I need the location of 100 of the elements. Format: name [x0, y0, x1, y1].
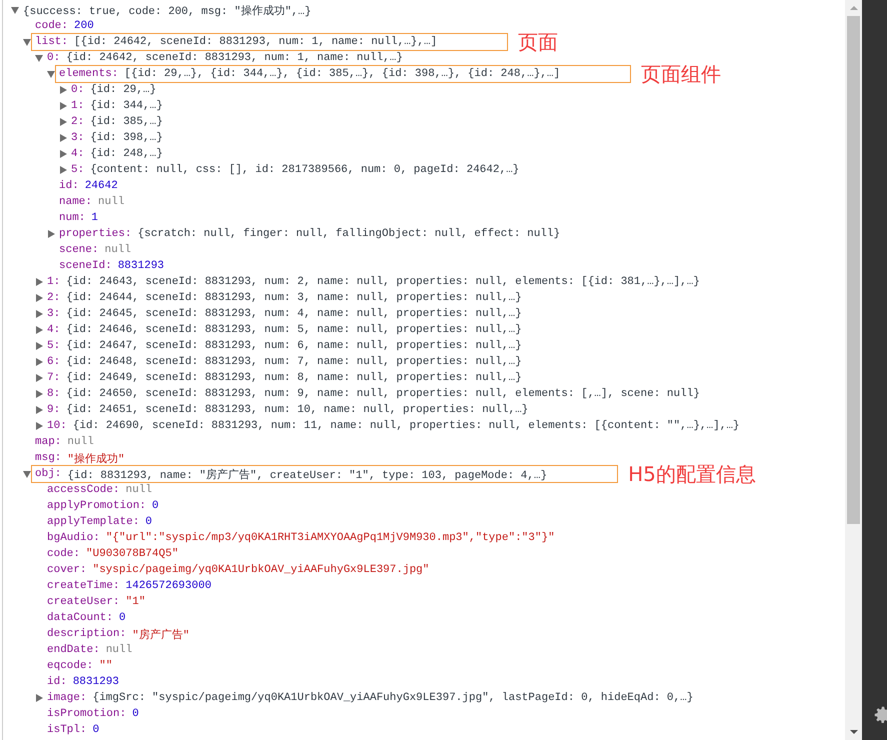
property-key: isTpl: [47, 724, 87, 736]
property-value: null [98, 196, 124, 208]
property-value: "1" [126, 596, 146, 608]
property-value: 24642 [84, 180, 118, 192]
property-key: 5: [71, 164, 84, 176]
object-preview: {imgSrc: "syspic/pageimg/yq0KA1UrbkOAV_yiAAFuhyGx9LE397.jpg", lastPageId: 0, hideEqAd: 0,…} [92, 692, 694, 704]
object-preview: {id: 398,…} [90, 132, 163, 144]
expand-triangle-icon[interactable] [36, 390, 43, 398]
expand-triangle-icon[interactable] [48, 230, 55, 238]
expand-triangle-icon[interactable] [11, 6, 19, 14]
property-value: 0 [92, 724, 100, 736]
property-key: cover: [47, 564, 87, 576]
expand-triangle-icon[interactable] [36, 422, 43, 430]
object-preview: {id: 248,…} [90, 148, 163, 160]
expand-triangle-icon[interactable] [36, 358, 43, 366]
property-value: "操作成功" [67, 452, 125, 466]
property-key: 7: [47, 372, 60, 384]
property-value: null [67, 436, 94, 448]
expand-triangle-icon[interactable] [36, 310, 43, 318]
object-preview: {id: 24648, sceneId: 8831293, num: 7, name: null, properties: null,…} [66, 356, 522, 368]
property-value: null [106, 644, 132, 656]
scroll-down-arrow-icon[interactable] [850, 730, 858, 734]
expand-triangle-icon[interactable] [23, 470, 31, 478]
property-value: 8831293 [72, 676, 120, 688]
property-key: description: [47, 628, 126, 640]
property-key: 4: [47, 324, 60, 336]
annotation-label: H5的配置信息 [628, 466, 756, 482]
property-key: list: [35, 36, 68, 48]
property-key: 0: [71, 84, 84, 96]
object-preview: {id: 24650, sceneId: 8831293, num: 9, name: null, properties: null, elements: [,…], scene: null} [66, 388, 700, 400]
object-preview: {id: 24644, sceneId: 8831293, num: 3, name: null, properties: null,…} [66, 292, 522, 304]
object-preview: {id: 24647, sceneId: 8831293, num: 6, name: null, properties: null,…} [66, 340, 522, 352]
object-preview: {id: 24651, sceneId: 8831293, num: 10, name: null, properties: null,…} [66, 404, 528, 416]
scrollbar-thumb[interactable] [847, 16, 860, 524]
property-key: scene: [59, 244, 99, 256]
property-key: 2: [71, 116, 84, 128]
object-preview: {id: 344,…} [90, 100, 163, 112]
expand-triangle-icon[interactable] [60, 150, 67, 158]
property-key: 9: [47, 404, 60, 416]
property-key: 4: [71, 148, 84, 160]
expand-triangle-icon[interactable] [23, 38, 31, 46]
property-value: "{"url":"syspic/mp3/yq0KA1RHT3iAMXYOAAgPq1MjV9M930.mp3","type":"3"}" [106, 532, 555, 544]
property-key: eqcode: [47, 660, 94, 672]
property-key: 6: [47, 356, 60, 368]
property-key: name: [59, 196, 92, 208]
expand-triangle-icon[interactable] [60, 134, 67, 142]
property-value: "房产广告" [132, 628, 190, 642]
expand-triangle-icon[interactable] [36, 294, 43, 302]
property-key: applyPromotion: [47, 500, 146, 512]
property-key: endDate: [47, 644, 100, 656]
expand-triangle-icon[interactable] [35, 54, 43, 62]
expand-triangle-icon[interactable] [60, 166, 67, 174]
scrollbar[interactable] [845, 0, 862, 740]
expand-triangle-icon[interactable] [36, 278, 43, 286]
property-value: 200 [74, 20, 94, 32]
property-key: 0: [47, 52, 60, 64]
property-key: 10: [47, 420, 67, 432]
property-key: 5: [47, 340, 60, 352]
property-value: 0 [152, 500, 159, 512]
property-key: 3: [71, 132, 84, 144]
property-key: id: [47, 676, 67, 688]
expand-triangle-icon[interactable] [36, 342, 43, 350]
object-preview: {id: 24690, sceneId: 8831293, num: 11, name: null, properties: null, elements: [{content: "",…},…],…} [72, 420, 740, 432]
expand-triangle-icon[interactable] [36, 326, 43, 334]
expand-triangle-icon[interactable] [36, 694, 43, 702]
property-key: isPromotion: [47, 708, 126, 720]
property-key: msg: [35, 452, 62, 464]
object-preview: {id: 24649, sceneId: 8831293, num: 8, name: null, properties: null,…} [66, 372, 522, 384]
expand-triangle-icon[interactable] [60, 86, 67, 94]
property-key: obj: [35, 468, 62, 480]
object-preview: {success: true, code: 200, msg: "操作成功",…} [23, 4, 312, 18]
property-key: code: [47, 548, 80, 560]
property-value: "U903078B74Q5" [86, 548, 178, 560]
object-preview: {id: 29,…} [90, 84, 156, 96]
property-value: 0 [145, 516, 152, 528]
object-preview: [{id: 24642, sceneId: 8831293, num: 1, name: null,…},…] [74, 36, 438, 48]
object-preview: {id: 24646, sceneId: 8831293, num: 5, name: null, properties: null,…} [66, 324, 522, 336]
object-preview: {id: 24642, sceneId: 8831293, num: 1, name: null,…} [66, 52, 403, 64]
object-preview: [{id: 29,…}, {id: 344,…}, {id: 385,…}, {id: 398,…}, {id: 248,…},…] [124, 68, 560, 80]
property-key: properties: [59, 228, 132, 240]
expand-triangle-icon[interactable] [60, 102, 67, 110]
property-value: "" [99, 660, 112, 672]
property-key: applyTemplate: [47, 516, 140, 528]
property-key: dataCount: [47, 612, 114, 624]
object-preview: {content: null, css: [], id: 2817389566, num: 0, pageId: 24642,…} [90, 164, 520, 176]
property-value: 1426572693000 [126, 580, 212, 592]
annotation-label: 页面组件 [641, 66, 722, 82]
property-key: id: [59, 180, 79, 192]
object-preview: {id: 24643, sceneId: 8831293, num: 2, name: null, properties: null, elements: [{id: 381,…},…],…} [66, 276, 700, 288]
expand-triangle-icon[interactable] [47, 70, 55, 78]
expand-triangle-icon[interactable] [60, 118, 67, 126]
property-value: "syspic/pageimg/yq0KA1UrbkOAV_yiAAFuhyGx9LE397.jpg" [92, 564, 430, 576]
object-preview: {id: 8831293, name: "房产广告", createUser: "1", type: 103, pageMode: 4,…} [67, 468, 548, 482]
property-key: image: [47, 692, 87, 704]
property-key: createUser: [47, 596, 120, 608]
property-key: map: [35, 436, 62, 448]
property-key: 2: [47, 292, 60, 304]
expand-triangle-icon[interactable] [36, 374, 43, 382]
expand-triangle-icon[interactable] [36, 406, 43, 414]
property-key: 1: [71, 100, 84, 112]
